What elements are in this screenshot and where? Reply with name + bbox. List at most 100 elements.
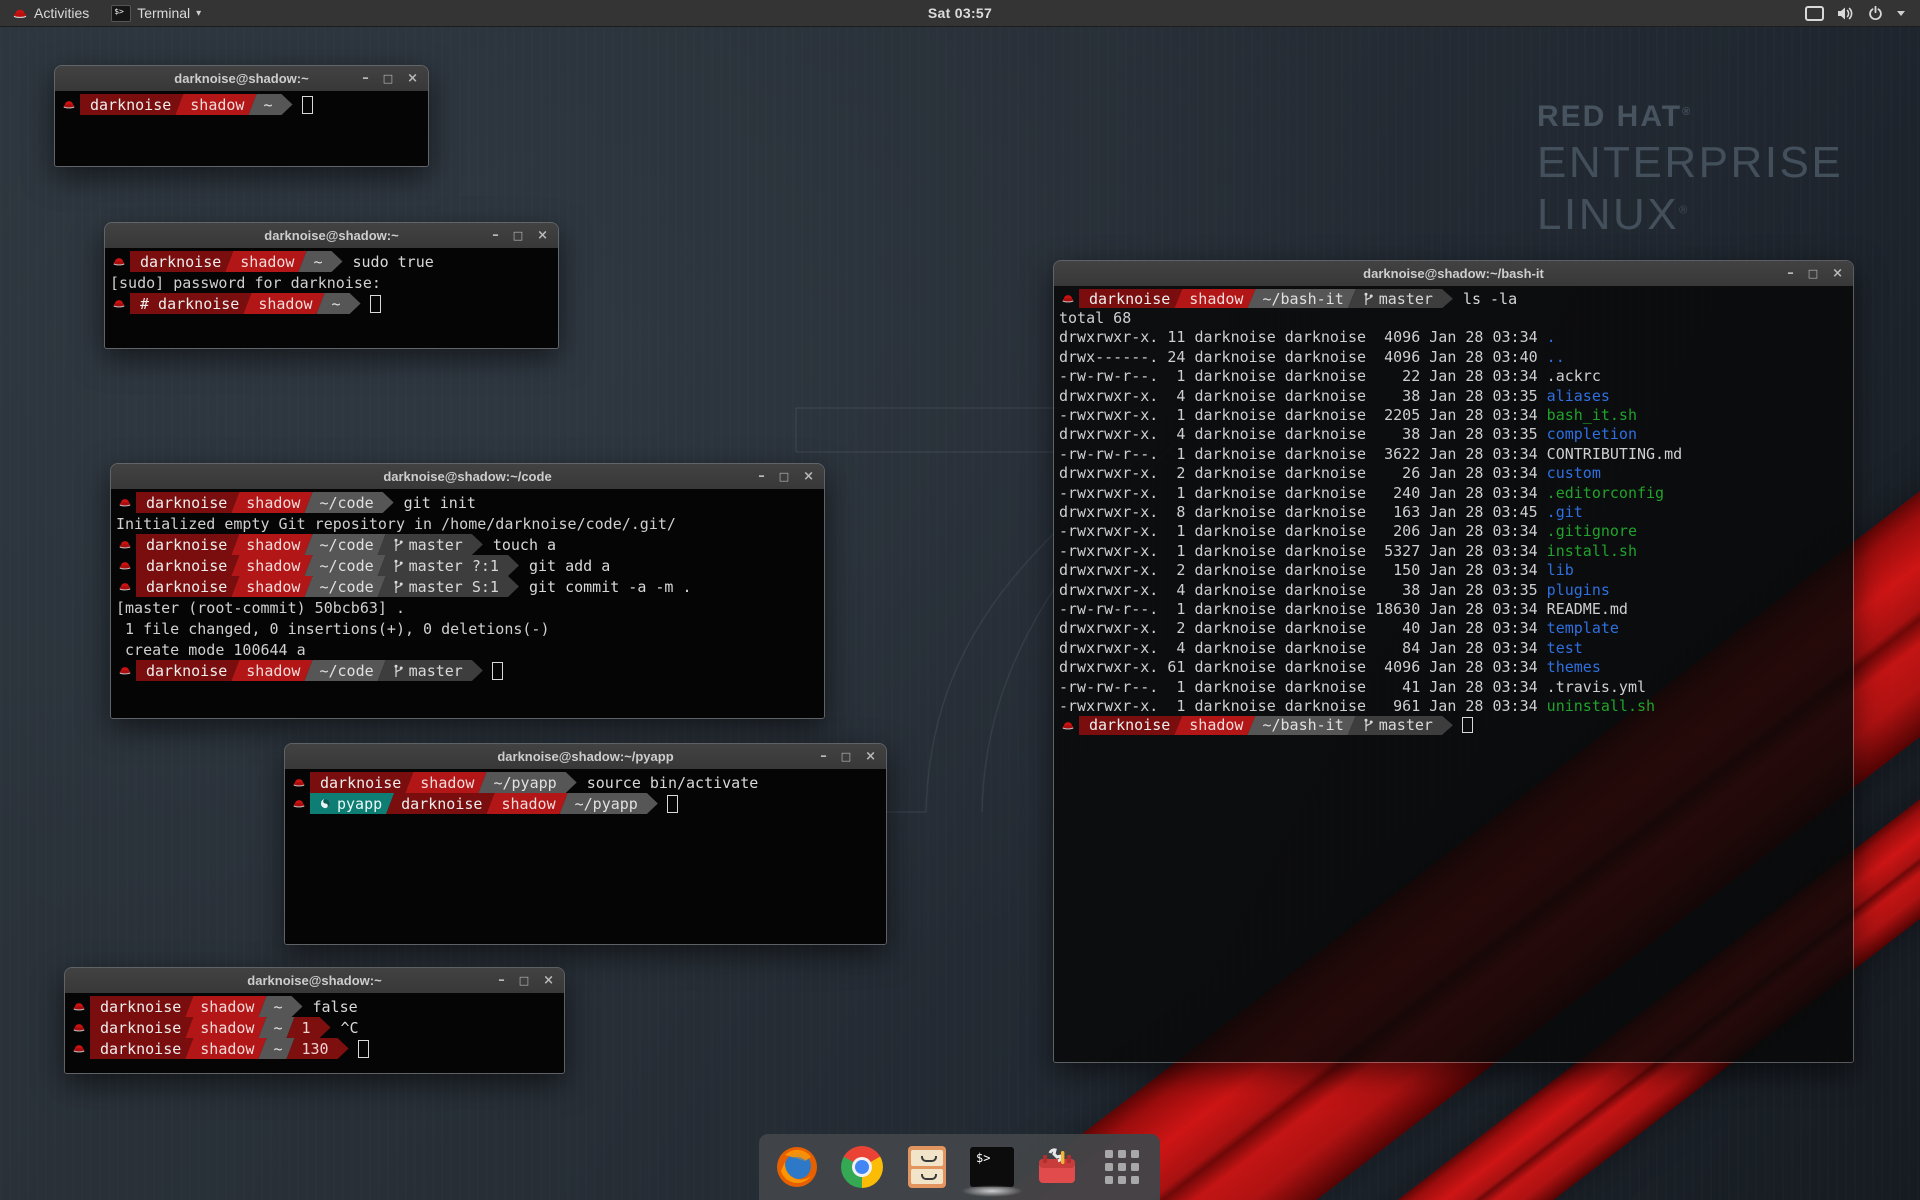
dock: $> [759,1134,1160,1200]
terminal-window-bash-it: darknoise@shadow:~/bash-it – □ × darknoi… [1053,260,1854,1063]
git-branch-icon [393,580,403,594]
window-titlebar[interactable]: darknoise@shadow:~/bash-it – □ × [1054,261,1853,287]
maximize-button[interactable]: □ [841,750,851,763]
git-branch-icon [1363,292,1373,306]
dock-item-terminal[interactable]: $> [969,1144,1015,1190]
minimize-button[interactable]: – [498,974,505,987]
file-meta: -rwxrwxr-x. 1 darknoise darknoise 240 Ja… [1059,484,1547,502]
maximize-button[interactable]: □ [779,470,789,483]
terminal-content[interactable]: darknoiseshadow~falsedarknoiseshadow~1^C… [65,993,564,1073]
terminal-window-exitcodes: darknoise@shadow:~ – □ × darknoiseshadow… [64,967,565,1074]
dock-item-files[interactable] [904,1144,950,1190]
volume-icon [1837,6,1855,21]
redhat-icon [72,1001,86,1012]
terminal-window-home-1: darknoise@shadow:~ – □ × darknoiseshadow… [54,65,429,167]
output-line: [master (root-commit) 50bcb63] . [116,597,819,618]
file-name: aliases [1547,387,1610,405]
close-button[interactable]: × [865,750,876,763]
prompt-segment-user: darknoise [136,660,239,681]
prompt-segment-host: shadow [231,660,312,681]
prompt-segment-host: shadow [1174,289,1255,308]
minimize-button[interactable]: – [758,470,765,483]
window-titlebar[interactable]: darknoise@shadow:~ – □ × [55,66,428,92]
window-title: darknoise@shadow:~ [65,973,564,988]
prompt-segment-host: shadow [1174,716,1255,735]
prompt-line: darknoiseshadow~false [70,996,559,1017]
git-branch-icon [393,559,403,573]
dock-item-toolbox[interactable] [1034,1144,1080,1190]
terminal-cursor [358,1040,369,1058]
prompt-line: darknoiseshadow~1^C [70,1017,559,1038]
maximize-button[interactable]: □ [383,72,393,85]
terminal-content[interactable]: darknoiseshadow~ [55,91,428,166]
window-titlebar[interactable]: darknoise@shadow:~/pyapp – □ × [285,744,886,770]
dock-item-chrome[interactable] [839,1144,885,1190]
minimize-button[interactable]: – [492,229,499,242]
prompt-line: darknoiseshadow~/codemaster [116,660,819,681]
minimize-button[interactable]: – [1787,267,1794,280]
minimize-button[interactable]: – [820,750,827,763]
dock-item-firefox[interactable] [774,1144,820,1190]
redhat-icon [292,777,306,788]
ls-output-line: drwxrwxr-x. 4 darknoise darknoise 84 Jan… [1059,638,1848,657]
terminal-content[interactable]: darknoiseshadow~sudo true[sudo] password… [105,248,558,348]
prompt-segment-host: shadow [486,793,567,814]
close-button[interactable]: × [537,229,548,242]
dock-item-app-grid[interactable] [1099,1144,1145,1190]
prompt-line: darknoiseshadow~/codegit init [116,492,819,513]
window-titlebar[interactable]: darknoise@shadow:~/code – □ × [111,464,824,490]
file-meta: -rwxrwxr-x. 1 darknoise darknoise 206 Ja… [1059,522,1547,540]
terminal-content[interactable]: darknoiseshadow~/bash-itmasterls -latota… [1054,286,1853,1062]
prompt-line: darknoiseshadow~/codemastertouch a [116,534,819,555]
file-meta: -rwxrwxr-x. 1 darknoise darknoise 5327 J… [1059,542,1547,560]
file-meta: -rwxrwxr-x. 1 darknoise darknoise 2205 J… [1059,406,1547,424]
prompt-segment-git: master [378,534,483,555]
close-button[interactable]: × [1832,267,1843,280]
file-meta: drwxrwxr-x. 2 darknoise darknoise 26 Jan… [1059,464,1547,482]
file-meta: -rw-rw-r--. 1 darknoise darknoise 3622 J… [1059,445,1547,463]
prompt-segment-host: shadow [231,576,312,597]
window-titlebar[interactable]: darknoise@shadow:~ – □ × [105,223,558,249]
file-name: bash_it.sh [1547,406,1637,424]
terminal-content[interactable]: darknoiseshadow~/pyappsource bin/activat… [285,769,886,944]
prompt-line: darknoiseshadow~sudo true [110,251,553,272]
prompt-segment-path: ~/code [304,576,385,597]
prompt-segment-user: darknoise [80,94,183,115]
close-button[interactable]: × [543,974,554,987]
close-button[interactable]: × [407,72,418,85]
window-title: darknoise@shadow:~ [105,228,558,243]
prompt-segment-user: darknoise [136,534,239,555]
prompt-line: darknoiseshadow~/bash-itmaster [1059,716,1848,735]
ls-output-line: -rw-rw-r--. 1 darknoise darknoise 3622 J… [1059,444,1848,463]
file-name: lib [1547,561,1574,579]
ls-output-line: drwx------. 24 darknoise darknoise 4096 … [1059,347,1848,366]
maximize-button[interactable]: □ [513,229,523,242]
system-status-menu[interactable] [1791,0,1920,26]
redhat-icon [118,560,132,571]
window-titlebar[interactable]: darknoise@shadow:~ – □ × [65,968,564,994]
file-name: template [1547,619,1619,637]
command-text: touch a [493,536,556,554]
file-meta: -rwxrwxr-x. 1 darknoise darknoise 961 Ja… [1059,697,1547,715]
clock[interactable]: Sat 03:57 [0,5,1920,21]
command-text: git init [404,494,476,512]
redhat-icon [292,798,306,809]
terminal-content[interactable]: darknoiseshadow~/codegit initInitialized… [111,489,824,718]
close-button[interactable]: × [803,470,814,483]
prompt-line: darknoiseshadow~ [60,94,423,115]
git-branch-icon [393,664,403,678]
command-text: ^C [341,1019,359,1037]
minimize-button[interactable]: – [362,72,369,85]
maximize-button[interactable]: □ [519,974,529,987]
prompt-line: # darknoiseshadow~ [110,293,553,314]
brand-line-enterprise: ENTERPRISE [1537,138,1843,188]
prompt-segment-git: master [1348,289,1453,308]
prompt-segment-git: master ?:1 [378,555,519,576]
prompt-segment-host: shadow [225,251,306,272]
prompt-segment-path: ~/pyapp [478,772,576,793]
brand-line-linux: LINUX® [1537,190,1843,240]
file-name: custom [1547,464,1601,482]
terminal-cursor [370,295,381,313]
prompt-segment-host: shadow [175,94,256,115]
maximize-button[interactable]: □ [1808,267,1818,280]
